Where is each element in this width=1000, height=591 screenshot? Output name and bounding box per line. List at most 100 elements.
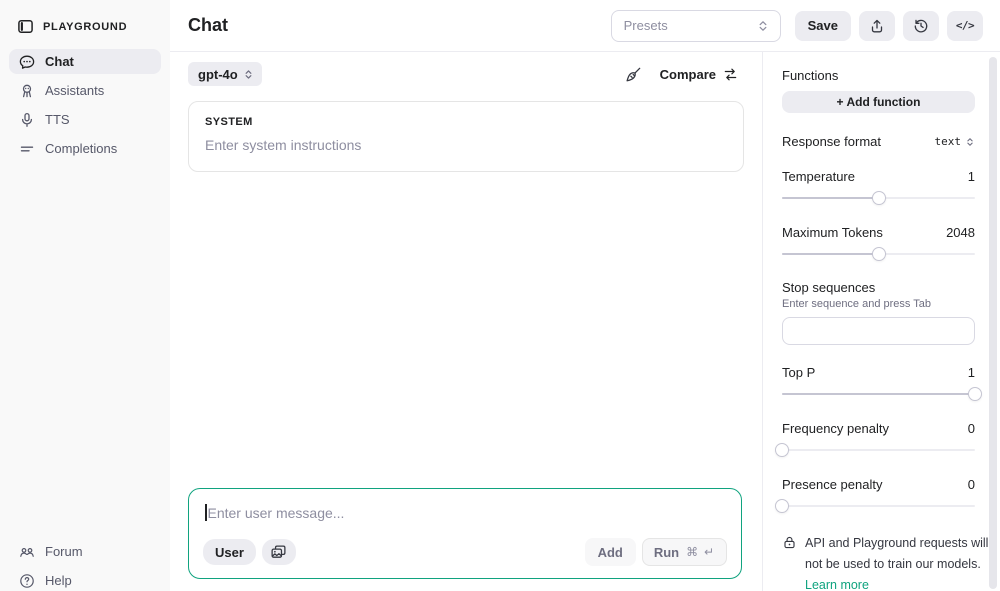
param-value: 0 (968, 477, 975, 492)
slider-thumb[interactable] (872, 247, 886, 261)
run-label: Run (654, 545, 679, 560)
help-circle-icon (19, 573, 35, 589)
slider-fill (782, 253, 879, 255)
composer-actions: User Add Run ⌘ ↵ (203, 538, 727, 566)
sidebar-item-label: Completions (45, 141, 117, 156)
main-column: Chat Presets Save (170, 0, 1000, 591)
model-row: gpt-4o Compare (188, 62, 746, 86)
slider-fill (782, 393, 975, 395)
param-value: 1 (968, 169, 975, 184)
model-row-actions: Compare (625, 66, 746, 83)
code-icon: </> (956, 19, 974, 32)
slider-thumb[interactable] (775, 443, 789, 457)
share-icon (869, 18, 885, 34)
slider-thumb[interactable] (968, 387, 982, 401)
response-format-select[interactable]: text (935, 135, 976, 148)
param-max-tokens: Maximum Tokens 2048 (782, 225, 975, 261)
model-select[interactable]: gpt-4o (188, 62, 262, 86)
system-instructions-input[interactable]: Enter system instructions (205, 137, 727, 153)
assistant-robot-icon (19, 83, 35, 99)
compare-button[interactable]: Compare (660, 67, 738, 82)
max-tokens-slider[interactable] (782, 247, 975, 261)
response-format-row: Response format text (782, 134, 975, 149)
sidebar-item-label: Assistants (45, 83, 104, 98)
chevron-updown-icon (756, 19, 770, 33)
image-stack-icon (270, 544, 287, 561)
sidebar-item-label: TTS (45, 112, 70, 127)
lock-icon (782, 535, 797, 591)
param-value: 2048 (946, 225, 975, 240)
settings-panel: Functions + Add function Response format… (762, 52, 1000, 591)
sidebar-item-completions[interactable]: Completions (9, 136, 161, 161)
stop-sequences-helper: Enter sequence and press Tab (782, 298, 975, 310)
composer-submit-group: Add Run ⌘ ↵ (585, 538, 727, 566)
model-name: gpt-4o (198, 67, 238, 82)
compare-label: Compare (660, 67, 716, 82)
functions-label: Functions (782, 68, 975, 83)
response-format-value: text (935, 135, 962, 148)
param-label: Top P (782, 365, 815, 380)
sidebar-item-assistants[interactable]: Assistants (9, 78, 161, 103)
playground-app: PLAYGROUND Chat Assistants TTS Completio (0, 0, 1000, 591)
system-message-box[interactable]: SYSTEM Enter system instructions (188, 101, 744, 172)
chevron-updown-icon (243, 69, 254, 80)
compare-arrows-icon (723, 67, 738, 82)
param-label: Maximum Tokens (782, 225, 883, 240)
param-value: 0 (968, 421, 975, 436)
add-function-button[interactable]: + Add function (782, 91, 975, 113)
sidebar-header: PLAYGROUND (9, 14, 161, 49)
param-value: 1 (968, 365, 975, 380)
presets-placeholder: Presets (624, 18, 668, 33)
sidebar-item-label: Help (45, 573, 72, 588)
add-message-button[interactable]: Add (585, 538, 636, 566)
top-p-slider[interactable] (782, 387, 975, 401)
history-clock-icon (913, 18, 929, 34)
frequency-penalty-slider[interactable] (782, 443, 975, 457)
sidebar-footer: Forum Help (9, 539, 161, 591)
microphone-icon (19, 112, 35, 128)
sidebar-item-forum[interactable]: Forum (9, 539, 161, 564)
save-button[interactable]: Save (795, 11, 851, 41)
run-button[interactable]: Run ⌘ ↵ (642, 538, 727, 566)
stop-sequences-input[interactable] (782, 317, 975, 345)
chat-panel: gpt-4o Compare (170, 52, 762, 591)
privacy-note: API and Playground requests will not be … (782, 533, 975, 591)
slider-track (782, 449, 975, 451)
privacy-line: API and Playground requests will (805, 533, 988, 554)
attach-image-button[interactable] (262, 539, 296, 565)
param-label: Frequency penalty (782, 421, 889, 436)
slider-track (782, 505, 975, 507)
scrollbar[interactable] (989, 57, 997, 589)
clear-broom-icon[interactable] (625, 66, 642, 83)
stop-sequences-label: Stop sequences (782, 280, 975, 295)
share-button[interactable] (859, 11, 895, 41)
stop-sequences-group: Stop sequences Enter sequence and press … (782, 280, 975, 345)
param-label: Presence penalty (782, 477, 882, 492)
top-bar-actions: Presets Save </> (611, 10, 983, 42)
history-button[interactable] (903, 11, 939, 41)
temperature-slider[interactable] (782, 191, 975, 205)
param-frequency-penalty: Frequency penalty 0 (782, 421, 975, 457)
slider-thumb[interactable] (775, 499, 789, 513)
role-toggle-button[interactable]: User (203, 539, 256, 565)
chat-bubble-icon (19, 54, 35, 70)
learn-more-link[interactable]: Learn more (805, 575, 869, 591)
sidebar-item-label: Chat (45, 54, 74, 69)
panel-toggle-icon[interactable] (17, 18, 34, 35)
sidebar-item-help[interactable]: Help (9, 568, 161, 591)
user-message-input[interactable]: Enter user message... (205, 504, 725, 521)
top-bar: Chat Presets Save (170, 0, 1000, 52)
sidebar-item-label: Forum (45, 544, 83, 559)
content-row: gpt-4o Compare (170, 52, 1000, 591)
view-code-button[interactable]: </> (947, 11, 983, 41)
user-message-composer[interactable]: Enter user message... User Add Run (188, 488, 742, 579)
chevron-updown-icon (965, 137, 975, 147)
text-lines-icon (19, 141, 35, 157)
presets-select[interactable]: Presets (611, 10, 781, 42)
slider-thumb[interactable] (872, 191, 886, 205)
slider-fill (782, 197, 879, 199)
sidebar-item-tts[interactable]: TTS (9, 107, 161, 132)
sidebar-item-chat[interactable]: Chat (9, 49, 161, 74)
presence-penalty-slider[interactable] (782, 499, 975, 513)
response-format-label: Response format (782, 134, 881, 149)
